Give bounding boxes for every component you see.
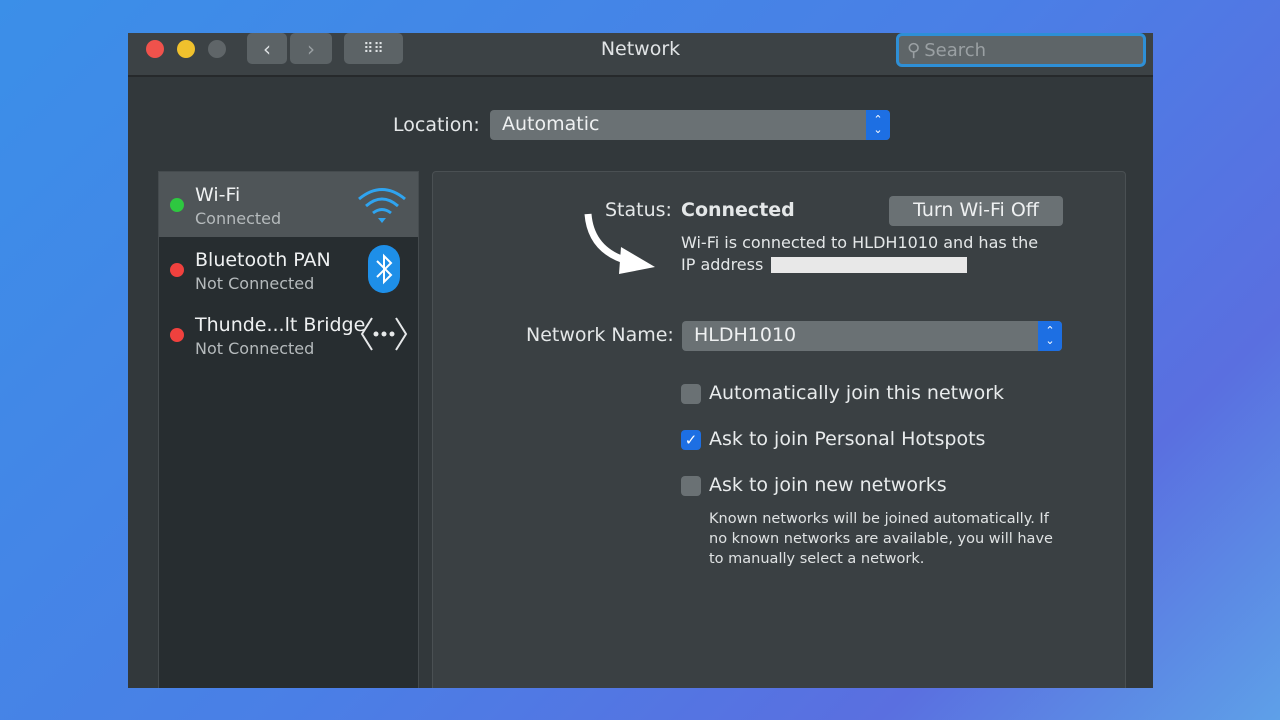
auto-join-label: Automatically join this network	[709, 382, 1005, 404]
network-name-value: HLDH1010	[694, 324, 797, 346]
bluetooth-icon	[368, 245, 400, 293]
service-item-thunderbolt-bridge[interactable]: Thunde...lt Bridge Not Connected	[159, 302, 418, 367]
service-list: Wi-Fi Connected Bluetooth PAN Not Connec…	[158, 171, 419, 688]
checkmark-icon: ✓	[684, 431, 698, 449]
search-placeholder: Search	[924, 39, 987, 61]
turn-wifi-off-button[interactable]: Turn Wi-Fi Off	[889, 196, 1063, 226]
ip-address-label: IP address	[681, 255, 764, 274]
service-item-bluetooth-pan[interactable]: Bluetooth PAN Not Connected	[159, 237, 418, 302]
new-networks-checkbox[interactable]	[681, 476, 701, 496]
stepper-icon: ⌃ ⌄	[1038, 321, 1062, 351]
title-bar: ‹ › ⠿⠿ Network ⚲ Search	[128, 33, 1153, 77]
wifi-icon	[358, 188, 406, 223]
thunderbolt-bridge-icon	[360, 317, 408, 351]
service-name: Bluetooth PAN	[195, 249, 331, 271]
status-dot	[170, 263, 184, 277]
new-networks-label: Ask to join new networks	[709, 474, 947, 496]
search-input[interactable]: ⚲ Search	[896, 33, 1146, 67]
network-name-label: Network Name:	[526, 324, 674, 346]
status-description: Wi-Fi is connected to HLDH1010 and has t…	[681, 233, 1039, 252]
network-name-select[interactable]: HLDH1010 ⌃ ⌄	[682, 321, 1062, 351]
service-status: Not Connected	[195, 274, 315, 293]
service-item-wifi[interactable]: Wi-Fi Connected	[159, 172, 418, 237]
ip-address-redacted	[771, 257, 967, 273]
arrow-annotation-icon	[584, 213, 655, 274]
auto-join-checkbox[interactable]	[681, 384, 701, 404]
status-label: Status:	[605, 199, 672, 221]
service-name: Thunde...lt Bridge	[195, 314, 366, 336]
detail-panel: Status: Connected Turn Wi-Fi Off Wi-Fi i…	[432, 171, 1126, 688]
status-dot	[170, 198, 184, 212]
location-select[interactable]: Automatic ⌃ ⌄	[490, 110, 890, 140]
personal-hotspots-label: Ask to join Personal Hotspots	[709, 428, 986, 450]
personal-hotspots-checkbox[interactable]: ✓	[681, 430, 701, 450]
service-status: Connected	[195, 209, 282, 228]
new-networks-note: Known networks will be joined automatica…	[709, 511, 1053, 567]
location-value: Automatic	[502, 113, 600, 135]
network-preferences-window: ‹ › ⠿⠿ Network ⚲ Search Location: Automat…	[128, 33, 1153, 688]
service-name: Wi-Fi	[195, 184, 241, 206]
status-value: Connected	[681, 199, 795, 221]
search-icon: ⚲	[907, 39, 921, 61]
status-dot	[170, 328, 184, 342]
stepper-icon: ⌃ ⌄	[866, 110, 890, 140]
location-label: Location:	[393, 114, 480, 136]
service-status: Not Connected	[195, 339, 315, 358]
